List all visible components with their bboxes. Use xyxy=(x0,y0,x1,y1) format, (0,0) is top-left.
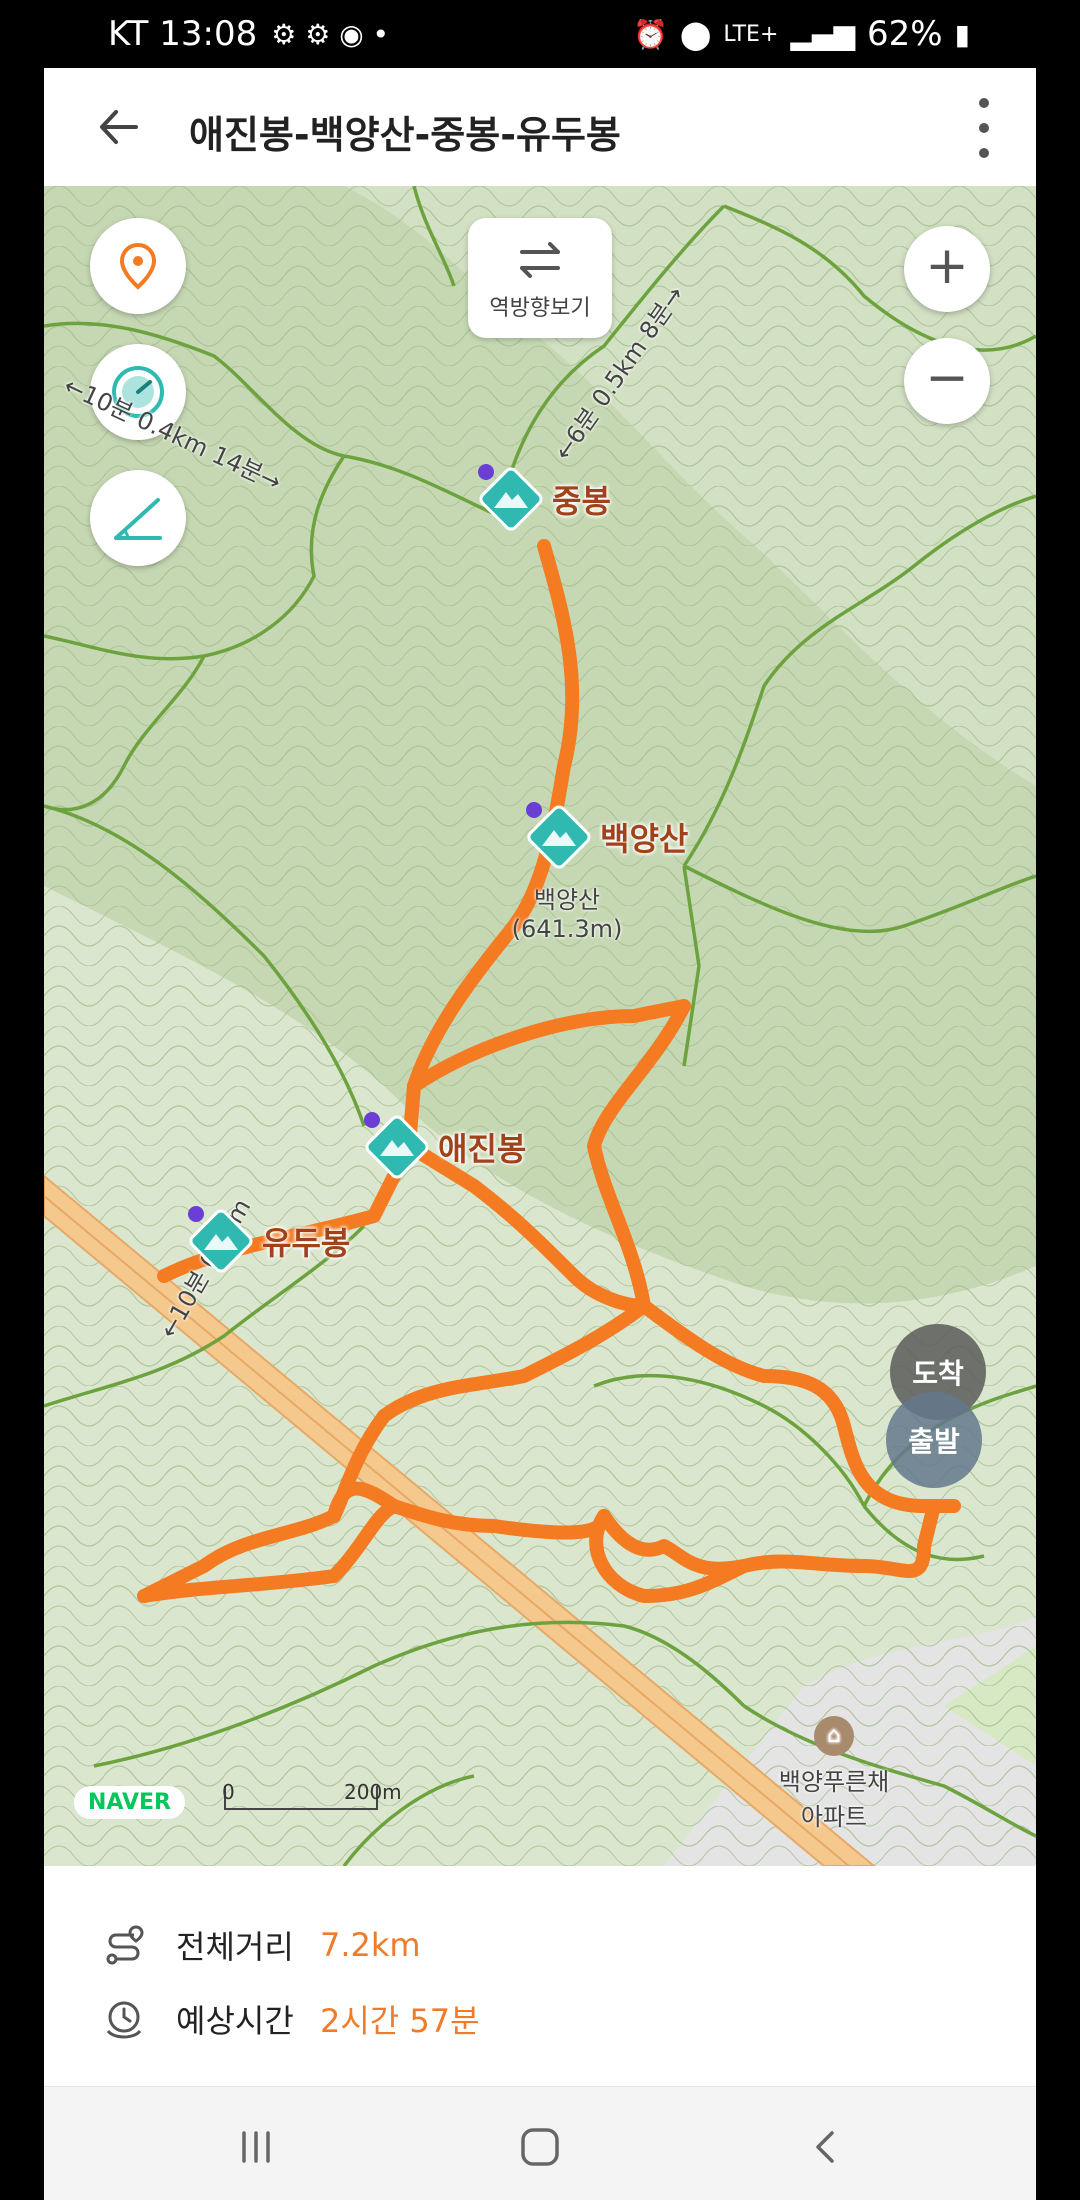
peak-marker-yudubong[interactable]: 유두봉 xyxy=(186,1206,350,1276)
alarm-icon: ⏰ xyxy=(633,17,669,51)
zoom-in-button[interactable]: + xyxy=(904,226,990,312)
peak-name: 백양산 xyxy=(600,820,689,858)
clock-icon xyxy=(106,2001,142,2039)
recent-apps-icon[interactable] xyxy=(226,2117,286,2177)
peak-marker-jungbong[interactable]: 중봉 xyxy=(476,464,611,534)
peak-marker-aejinbong[interactable]: 애진봉 xyxy=(362,1112,526,1182)
signal-icon: ▂▄▆ xyxy=(790,17,855,51)
apartment-name-line1: 백양푸른채 xyxy=(778,1768,890,1796)
back-nav-icon[interactable] xyxy=(796,2117,856,2177)
status-bar: KT 13:08 ⚙ ⚙ ◉ • ⏰ ⬤ LTE+ ▂▄▆ 62% ▮ xyxy=(0,0,1080,68)
reverse-direction-button[interactable]: 역방향보기 xyxy=(468,218,612,338)
slope-icon xyxy=(114,498,162,540)
scale-distance-label: 200m xyxy=(344,1780,402,1804)
time-label: 예상시간 xyxy=(176,2002,294,2040)
peak-marker-baegyangsan[interactable]: 백양산 xyxy=(524,802,688,872)
departure-pin[interactable]: 출발 xyxy=(886,1392,982,1488)
apartment-name-line2: 아파트 xyxy=(800,1803,868,1831)
apartment-icon: ⌂ xyxy=(814,1716,854,1756)
slope-button[interactable] xyxy=(90,470,186,566)
summit-name: 백양산 xyxy=(533,886,601,914)
location-icon: ⬤ xyxy=(680,17,712,51)
summit-label: 백양산 (641.3m) xyxy=(502,880,632,943)
route-distance-icon xyxy=(106,1925,144,1965)
mountain-marker-icon xyxy=(188,1206,253,1273)
system-nav-bar xyxy=(44,2086,1036,2200)
network-indicator: LTE+ xyxy=(723,21,779,47)
distance-row: 전체거리 7.2km xyxy=(102,1922,421,1968)
route-summary: 전체거리 7.2km 예상시간 2시간 57분 xyxy=(44,1866,1036,2086)
time-value: 2시간 57분 xyxy=(320,2002,480,2040)
peak-name: 중봉 xyxy=(552,482,611,520)
more-options-icon[interactable] xyxy=(974,98,994,158)
peak-name: 애진봉 xyxy=(438,1130,527,1168)
distance-value: 7.2km xyxy=(320,1926,421,1964)
mountain-marker-icon xyxy=(526,802,591,869)
apartment-label: ⌂ 백양푸른채 아파트 xyxy=(734,1716,934,1832)
map-view[interactable]: 역방향보기 + − ←10분 0.4km 14분→ ←6분 0.5km 8분→ … xyxy=(44,186,1036,1866)
home-icon[interactable] xyxy=(510,2117,570,2177)
scale-zero-label: 0 xyxy=(222,1780,235,1804)
swap-arrows-icon xyxy=(520,242,560,278)
reverse-direction-label: 역방향보기 xyxy=(489,296,591,321)
page-title: 애진봉-백양산-중봉-유두봉 xyxy=(189,113,621,157)
time-row: 예상시간 2시간 57분 xyxy=(102,1996,480,2042)
mountain-marker-icon xyxy=(478,464,543,531)
peak-name: 유두봉 xyxy=(262,1224,351,1262)
summit-height: (641.3m) xyxy=(511,915,623,943)
distance-label: 전체거리 xyxy=(176,1928,294,1966)
back-arrow-icon[interactable] xyxy=(94,102,144,152)
app-window: 애진봉-백양산-중봉-유두봉 역방향보기 + − ←10분 0.4km 14분→… xyxy=(44,68,1036,2200)
mountain-marker-icon xyxy=(364,1112,429,1179)
battery-icon: ▮ xyxy=(954,17,970,51)
location-pin-icon xyxy=(119,242,157,290)
battery-level: 62% xyxy=(867,14,943,54)
zoom-out-button[interactable]: − xyxy=(904,338,990,424)
notification-icons: ⚙ ⚙ ◉ • xyxy=(271,17,390,51)
location-pin-button[interactable] xyxy=(90,218,186,314)
status-carrier-time: KT 13:08 xyxy=(108,14,258,54)
header: 애진봉-백양산-중봉-유두봉 xyxy=(44,68,1036,187)
naver-logo: NAVER xyxy=(74,1786,185,1819)
